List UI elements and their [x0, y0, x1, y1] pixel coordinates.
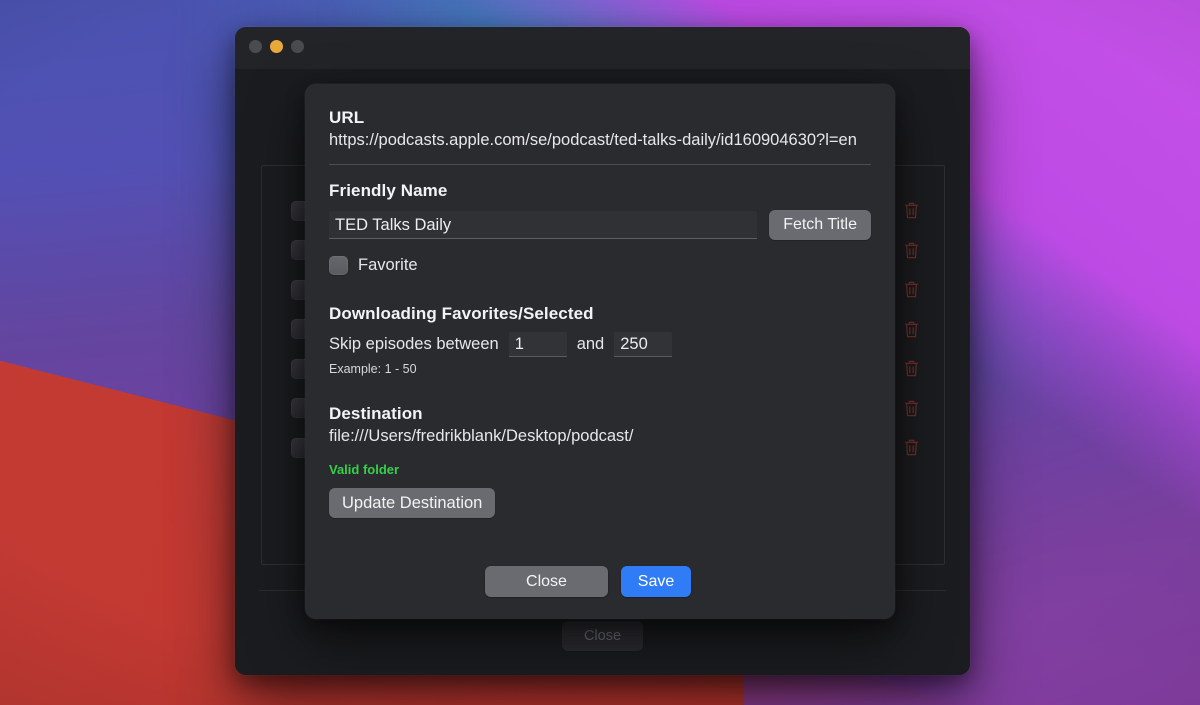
downloading-label: Downloading Favorites/Selected — [329, 304, 594, 323]
destination-label: Destination — [329, 404, 423, 423]
update-destination-button[interactable]: Update Destination — [329, 488, 496, 518]
dialog-close-button[interactable]: Close — [485, 566, 608, 597]
window-titlebar — [235, 27, 970, 69]
close-window-button[interactable] — [249, 40, 262, 53]
skip-from-input[interactable] — [508, 332, 567, 357]
friendly-name-input[interactable] — [329, 211, 758, 239]
minimize-window-button[interactable] — [270, 40, 283, 53]
friendly-name-row: Fetch Title — [329, 210, 871, 240]
skip-prefix-label: Skip episodes between — [329, 335, 499, 353]
friendly-name-section: Friendly Name Fetch Title — [329, 179, 871, 240]
skip-episodes-row: Skip episodes between and — [329, 332, 871, 357]
skip-to-input[interactable] — [614, 332, 673, 357]
trash-icon[interactable] — [903, 201, 920, 220]
dialog-footer: Close Save — [305, 566, 895, 597]
url-value: https://podcasts.apple.com/se/podcast/te… — [329, 131, 857, 149]
traffic-light-buttons — [249, 40, 304, 53]
favorite-checkbox[interactable] — [329, 256, 348, 275]
trash-icon[interactable] — [903, 241, 920, 260]
downloading-section: Downloading Favorites/Selected Skip epis… — [329, 302, 871, 376]
window-footer: Close — [235, 621, 970, 651]
destination-path: file:///Users/fredrikblank/Desktop/podca… — [329, 427, 634, 445]
dialog-save-button[interactable]: Save — [621, 566, 691, 597]
skip-conjunction-label: and — [576, 335, 605, 353]
trash-icon[interactable] — [903, 320, 920, 339]
url-label: URL — [329, 108, 365, 127]
favorite-label: Favorite — [358, 256, 418, 274]
window-close-button[interactable]: Close — [561, 621, 644, 651]
folder-status-text: Valid folder — [329, 462, 400, 477]
podcast-settings-dialog: URL https://podcasts.apple.com/se/podcas… — [305, 84, 895, 619]
section-divider — [329, 164, 871, 165]
url-section: URL https://podcasts.apple.com/se/podcas… — [329, 106, 871, 152]
trash-icon[interactable] — [903, 399, 920, 418]
destination-section: Destination file:///Users/fredrikblank/D… — [329, 402, 871, 518]
zoom-window-button[interactable] — [291, 40, 304, 53]
trash-icon[interactable] — [903, 359, 920, 378]
trash-icon[interactable] — [903, 280, 920, 299]
trash-icon[interactable] — [903, 438, 920, 457]
friendly-name-label: Friendly Name — [329, 181, 448, 200]
favorite-row[interactable]: Favorite — [329, 256, 871, 275]
fetch-title-button[interactable]: Fetch Title — [769, 210, 871, 240]
skip-example-hint: Example: 1 - 50 — [329, 362, 417, 376]
